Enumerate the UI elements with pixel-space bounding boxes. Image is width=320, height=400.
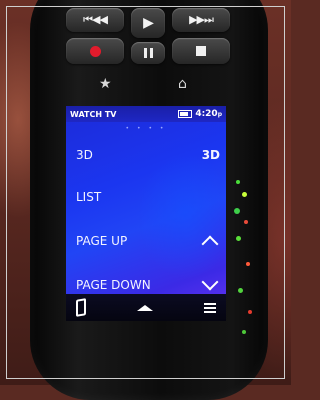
menu-item-label: PAGE UP — [76, 234, 128, 248]
chevron-down-icon — [201, 273, 219, 291]
record-icon — [89, 45, 101, 57]
phone-icon[interactable] — [76, 298, 86, 317]
menu-item-page-up[interactable]: PAGE UP — [76, 232, 220, 253]
side-lights — [232, 170, 252, 350]
chevron-up-icon — [201, 235, 219, 253]
skip-rewind-icon: ⏮◀◀ — [83, 13, 108, 26]
record-button[interactable] — [66, 38, 124, 64]
play-button[interactable]: ▶ — [131, 8, 165, 38]
play-icon: ▶ — [143, 15, 154, 31]
pause-button[interactable] — [131, 42, 165, 64]
expand-up-icon[interactable] — [137, 304, 153, 311]
home-icon[interactable]: ⌂ — [178, 76, 187, 92]
menu-item-page-down[interactable]: PAGE DOWN — [76, 273, 220, 292]
screen-title: WATCH TV — [70, 109, 117, 119]
menu-item-list[interactable]: LIST — [76, 190, 220, 204]
clock: 4:20p — [195, 109, 222, 119]
page-indicator: • • • • — [125, 125, 167, 132]
stop-icon — [196, 46, 206, 56]
menu-item-label: 3D — [76, 148, 93, 162]
remote-screen: WATCH TV 4:20p • • • • 3D 3D LIST PAGE U… — [66, 106, 226, 321]
star-icon[interactable]: ★ — [99, 76, 112, 92]
rewind-button[interactable]: ⏮◀◀ — [66, 8, 124, 32]
fast-forward-skip-icon: ▶▶⏭ — [189, 13, 214, 26]
fast-forward-button[interactable]: ▶▶⏭ — [172, 8, 230, 32]
menu-icon[interactable] — [204, 302, 216, 313]
menu-item-label: PAGE DOWN — [76, 278, 151, 292]
menu-item-label: LIST — [76, 190, 102, 204]
stop-button[interactable] — [172, 38, 230, 64]
status-bar: WATCH TV 4:20p — [66, 106, 226, 122]
screen-bottom-bar — [66, 294, 226, 321]
menu-item-3d[interactable]: 3D 3D — [76, 148, 220, 162]
battery-icon — [178, 110, 193, 118]
pause-icon — [143, 48, 153, 58]
menu-item-right: 3D — [201, 148, 220, 162]
